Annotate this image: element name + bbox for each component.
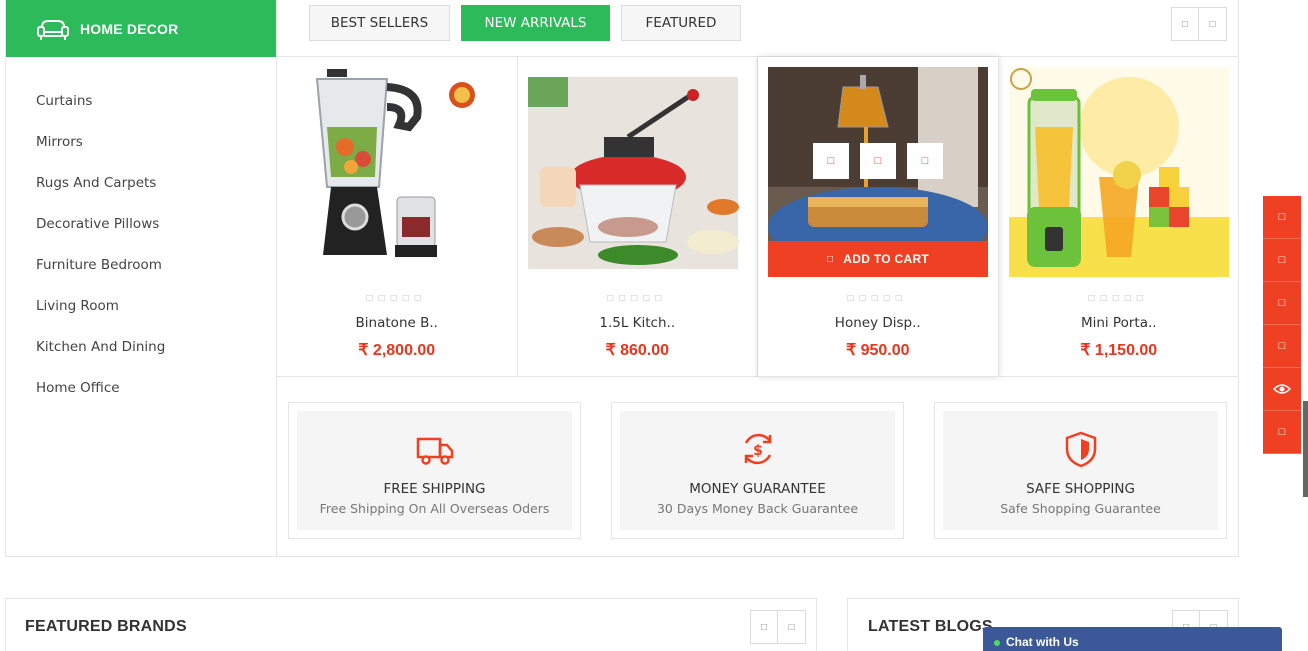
section-title: FEATURED BRANDS [25,618,187,635]
rating-stars: □□□□□ [1088,293,1149,304]
prev-arrow-icon[interactable]: □ [1171,7,1199,41]
category-item-rugs-and-carpets[interactable]: Rugs And Carpets [36,171,276,212]
feature-free-shipping: FREE SHIPPING Free Shipping On All Overs… [288,402,581,539]
featured-brands-section: FEATURED BRANDS □ □ [5,598,817,651]
portable-blender-image [1008,67,1229,277]
rating-stars: □□□□□ [607,293,668,304]
product-price: ₹ 2,800.00 [358,342,436,359]
product-name[interactable]: Mini Porta.. [999,315,1240,331]
feature-boxes: FREE SHIPPING Free Shipping On All Overs… [288,402,1227,539]
svg-text:$: $ [753,443,763,459]
rating-stars: □□□□□ [847,293,908,304]
eye-icon[interactable] [1263,368,1301,411]
category-item-living-room[interactable]: Living Room [36,294,276,335]
compare-icon[interactable]: □ [860,143,896,179]
carousel-nav: □ □ [1171,7,1227,41]
wishlist-icon[interactable]: □ [1263,282,1301,325]
feature-title: SAFE SHOPPING [1026,481,1135,497]
sofa-icon [37,19,69,40]
product-name[interactable]: Binatone B.. [277,315,517,331]
cart-icon: □ [826,253,834,265]
product-card[interactable]: □□□□□ Mini Porta.. ₹ 1,150.00 [999,57,1240,377]
product-price: ₹ 860.00 [605,342,670,359]
blender-image [287,67,507,277]
feature-safe-shopping: SAFE SHOPPING Safe Shopping Guarantee [934,402,1227,539]
floating-toolbar: □ □ □ □ □ [1263,196,1301,454]
feature-title: MONEY GUARANTEE [689,481,826,497]
brands-nav: □ □ [750,610,806,644]
product-name[interactable]: Honey Disp.. [758,315,998,331]
next-arrow-icon[interactable]: □ [1199,7,1227,41]
category-header[interactable]: HOME DECOR [6,0,276,57]
product-card[interactable]: □□□□□ 1.5L Kitch.. ₹ 860.00 [518,57,758,377]
category-list: Curtains Mirrors Rugs And Carpets Decora… [6,57,276,417]
product-card[interactable]: □ □ □ □ ADD TO CART □□□□□ Honey Disp.. ₹… [758,57,999,377]
rating-stars: □□□□□ [366,293,427,304]
product-price: ₹ 950.00 [845,342,910,359]
product-name[interactable]: 1.5L Kitch.. [518,315,758,331]
money-cycle-icon: $ [744,433,771,465]
next-arrow-icon[interactable]: □ [778,610,806,644]
scrollbar-thumb[interactable] [1303,401,1308,497]
chat-label: Chat with Us [1006,635,1079,649]
feature-subtitle: Safe Shopping Guarantee [1000,501,1161,516]
product-image-portable-blender[interactable] [1008,67,1229,277]
quick-actions: □ □ □ [813,143,943,179]
section-title: LATEST BLOGS [868,618,993,635]
feature-title: FREE SHIPPING [383,481,486,497]
feature-subtitle: Free Shipping On All Overseas Oders [319,501,550,516]
category-item-home-office[interactable]: Home Office [36,376,276,417]
add-to-cart-button[interactable]: □ ADD TO CART [768,241,988,277]
category-item-curtains[interactable]: Curtains [36,89,276,130]
compare-icon[interactable]: □ [1263,325,1301,368]
product-tabs: BEST SELLERS NEW ARRIVALS FEATURED [309,5,741,41]
product-image-blender[interactable] [287,67,507,277]
chat-widget[interactable]: Chat with Us [983,627,1282,651]
product-showcase: BEST SELLERS NEW ARRIVALS FEATURED □ □ □… [277,0,1239,557]
page: HOME DECOR Curtains Mirrors Rugs And Car… [0,0,1308,651]
tab-best-sellers[interactable]: BEST SELLERS [309,5,450,41]
tab-featured[interactable]: FEATURED [621,5,741,41]
category-item-decorative-pillows[interactable]: Decorative Pillows [36,212,276,253]
product-grid: □□□□□ Binatone B.. ₹ 2,800.00 □□□□□ 1.5L… [277,56,1239,377]
category-title: HOME DECOR [80,20,179,37]
tab-new-arrivals[interactable]: NEW ARRIVALS [461,5,610,41]
category-item-mirrors[interactable]: Mirrors [36,130,276,171]
back-to-top-icon[interactable]: □ [1263,411,1301,454]
truck-icon [416,437,453,465]
account-icon[interactable]: □ [1263,239,1301,282]
shield-icon [1065,431,1096,468]
add-to-cart-label: ADD TO CART [843,252,930,266]
product-card[interactable]: □□□□□ Binatone B.. ₹ 2,800.00 [277,57,518,377]
product-price: ₹ 1,150.00 [1080,342,1158,359]
online-status-icon [994,639,1000,646]
chopper-image [527,67,748,277]
feature-subtitle: 30 Days Money Back Guarantee [656,501,859,516]
quick-view-icon[interactable]: □ [907,143,943,179]
feature-money-guarantee: $ MONEY GUARANTEE 30 Days Money Back Gua… [611,402,904,539]
product-image-chopper[interactable] [527,67,748,277]
wishlist-icon[interactable]: □ [813,143,849,179]
category-item-furniture-bedroom[interactable]: Furniture Bedroom [36,253,276,294]
cart-icon[interactable]: □ [1263,196,1301,239]
prev-arrow-icon[interactable]: □ [750,610,778,644]
category-item-kitchen-and-dining[interactable]: Kitchen And Dining [36,335,276,376]
category-panel: HOME DECOR Curtains Mirrors Rugs And Car… [5,0,277,557]
